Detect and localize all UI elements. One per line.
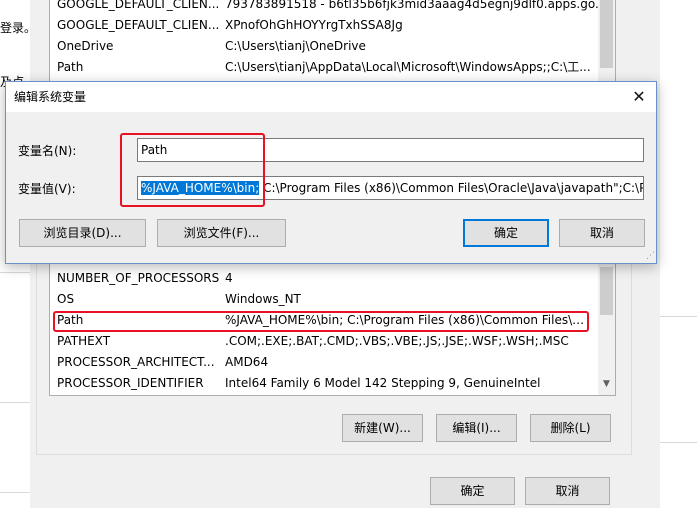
system-variables-list[interactable]: NUMBER_OF_PROCESSORS 4 OS Windows_NT Pat… — [49, 258, 616, 396]
new-variable-button[interactable]: 新建(W)... — [342, 414, 423, 442]
table-row[interactable]: GOOGLE_DEFAULT_CLIEN... 793783891518 - b… — [50, 0, 615, 15]
user-variables-list[interactable]: GOOGLE_DEFAULT_CLIEN... 793783891518 - b… — [49, 0, 616, 84]
scrollbar[interactable] — [598, 0, 615, 83]
browse-file-button[interactable]: 浏览文件(F)... — [157, 219, 286, 247]
scrollbar[interactable]: ▼ — [598, 259, 615, 395]
table-row[interactable]: Path C:\Users\tianj\AppData\Local\Micros… — [50, 57, 615, 78]
scroll-thumb[interactable] — [600, 0, 613, 68]
table-row[interactable]: PROCESSOR_IDENTIFIER Intel64 Family 6 Mo… — [50, 373, 615, 394]
table-row[interactable]: Path %JAVA_HOME%\bin; C:\Program Files (… — [50, 310, 615, 331]
browse-directory-button[interactable]: 浏览目录(D)... — [19, 219, 146, 247]
variable-name: PATHEXT — [57, 334, 111, 348]
variable-name-input[interactable]: Path — [137, 138, 644, 162]
variable-name: NUMBER_OF_PROCESSORS — [57, 271, 219, 285]
variable-value: Intel64 Family 6 Model 142 Stepping 9, G… — [225, 376, 541, 390]
variable-name: GOOGLE_DEFAULT_CLIEN... — [57, 18, 219, 32]
variable-name-value: Path — [141, 143, 168, 157]
table-row[interactable]: OS Windows_NT — [50, 289, 615, 310]
dialog-cancel-button[interactable]: 取消 — [559, 219, 645, 247]
resize-grip-icon[interactable]: ⋰ — [646, 251, 655, 261]
edit-variable-button[interactable]: 编辑(I)... — [436, 414, 517, 442]
variable-name: PROCESSOR_ARCHITECT... — [57, 355, 215, 369]
table-row[interactable]: PROCESSOR_ARCHITECT... AMD64 — [50, 352, 615, 373]
variable-name: PROCESSOR_IDENTIFIER — [57, 376, 204, 390]
variable-value: 4 — [225, 271, 233, 285]
variable-name: Path — [57, 60, 84, 74]
scroll-down-icon[interactable]: ▼ — [598, 376, 615, 393]
table-row[interactable]: OneDrive C:\Users\tianj\OneDrive — [50, 36, 615, 57]
value-text: C:\Program Files (x86)\Common Files\Orac… — [259, 181, 644, 195]
scroll-thumb[interactable] — [600, 267, 613, 315]
window-cancel-button[interactable]: 取消 — [525, 477, 610, 505]
variable-value: Windows_NT — [225, 292, 301, 306]
variable-value: C:\Users\tianj\OneDrive — [225, 39, 366, 53]
dialog-titlebar[interactable]: 编辑系统变量 ✕ — [6, 82, 656, 112]
dialog-ok-button[interactable]: 确定 — [463, 219, 549, 247]
table-row[interactable]: PATHEXT .COM;.EXE;.BAT;.CMD;.VBS;.VBE;.J… — [50, 331, 615, 352]
variable-value-input[interactable]: %JAVA_HOME%\bin; C:\Program Files (x86)\… — [137, 176, 644, 200]
variable-name: OS — [57, 292, 75, 306]
variable-name: Path — [57, 313, 84, 327]
selected-text: %JAVA_HOME%\bin; — [141, 181, 260, 195]
left-text-fragment: 登录。 — [0, 21, 30, 35]
window-ok-button[interactable]: 确定 — [430, 477, 515, 505]
edit-system-variable-dialog: 编辑系统变量 ✕ 变量名(N): Path 变量值(V): %JAVA_HOME… — [5, 81, 657, 264]
variable-name-label: 变量名(N): — [18, 144, 77, 158]
delete-variable-button[interactable]: 删除(L) — [530, 414, 611, 442]
table-row[interactable]: GOOGLE_DEFAULT_CLIEN... XPnofOhGhHOYYrgT… — [50, 15, 615, 36]
variable-name: GOOGLE_DEFAULT_CLIEN... — [57, 0, 219, 11]
variable-value: .COM;.EXE;.BAT;.CMD;.VBS;.VBE;.JS;.JSE;.… — [225, 334, 569, 348]
table-row[interactable]: NUMBER_OF_PROCESSORS 4 — [50, 268, 615, 289]
right-background-window — [660, 0, 697, 508]
variable-value: %JAVA_HOME%\bin; C:\Program Files (x86)\… — [225, 313, 585, 327]
variable-value: 793783891518 - b6tl35b6fjk3mid3aaag4d5eg… — [225, 0, 607, 11]
variable-value-label: 变量值(V): — [18, 182, 76, 196]
variable-value: XPnofOhGhHOYYrgTxhSSA8Jg — [225, 18, 403, 32]
variable-value: C:\Users\tianj\AppData\Local\Microsoft\W… — [225, 60, 591, 74]
variable-name: OneDrive — [57, 39, 114, 53]
variable-value: AMD64 — [225, 355, 269, 369]
close-icon[interactable]: ✕ — [622, 82, 656, 112]
dialog-title: 编辑系统变量 — [14, 90, 87, 104]
